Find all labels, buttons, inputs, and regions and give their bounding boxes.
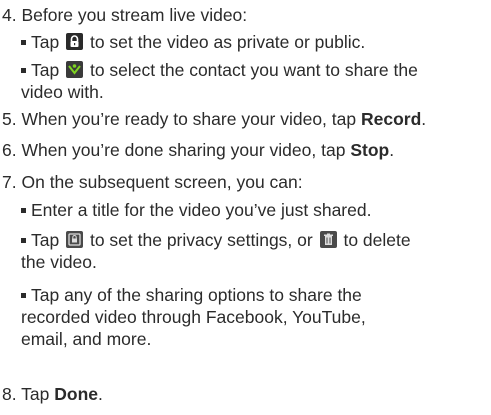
step-4-bullet-2: Tap to select the contact you want to sh… [21, 60, 418, 102]
delete-icon [319, 231, 337, 248]
step-5: 5. When you’re ready to share your video… [2, 109, 427, 129]
bullet-marker [21, 40, 26, 45]
stop-keyword: Stop [350, 140, 390, 160]
done-keyword: Done [54, 384, 98, 404]
instruction-page: 4. Before you stream live video: Tap to … [0, 0, 491, 415]
step-6: 6. When you’re done sharing your video, … [2, 140, 395, 160]
step-number: 4. [2, 5, 17, 25]
contact-select-icon [66, 61, 84, 78]
step-7: 7. On the subsequent screen, you can: [2, 172, 303, 192]
lock-icon [66, 33, 84, 50]
record-keyword: Record [361, 109, 422, 129]
bullet-marker [21, 238, 26, 243]
step-4-bullet-1: Tap to set the video as private or publi… [21, 31, 486, 53]
step-7-bullet-3: Tap any of the sharing options to share … [21, 285, 366, 349]
bullet-marker [21, 293, 26, 298]
step-4: 4. Before you stream live video: [2, 4, 247, 26]
step-7-bullet-1: Enter a title for the video you’ve just … [21, 199, 486, 221]
step-text: Before you stream live video: [21, 5, 248, 25]
step-8: 8. Tap Done. [2, 384, 103, 404]
bullet-marker [21, 208, 26, 213]
bullet-marker [21, 68, 26, 73]
step-7-bullet-2: Tap to set the privacy settings, or to d… [21, 230, 411, 272]
privacy-icon [66, 231, 84, 248]
